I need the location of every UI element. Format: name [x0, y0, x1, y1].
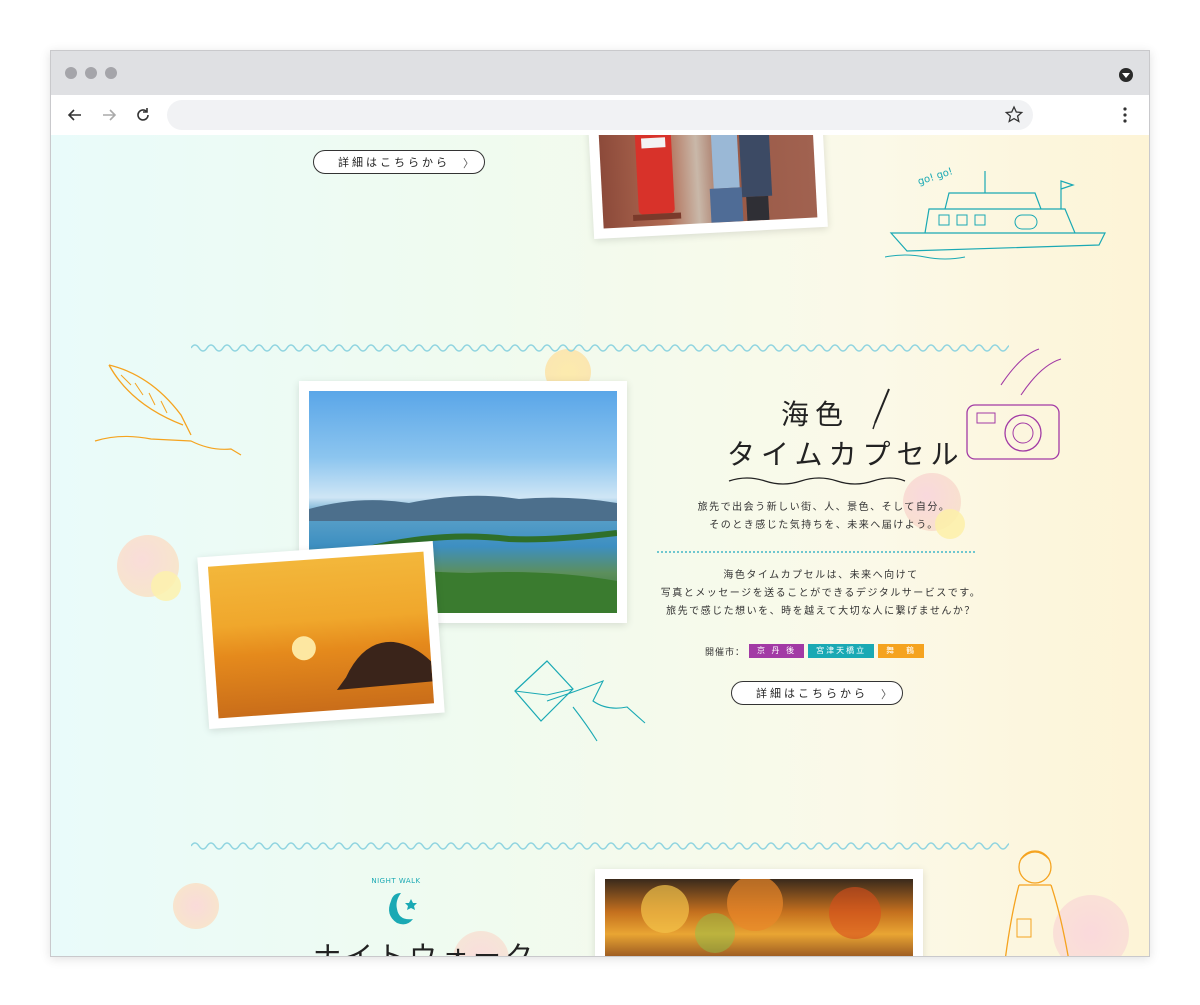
kimono-woman-illustration — [1005, 850, 1069, 956]
top-detail-button-label: 詳細はこちらから — [338, 156, 450, 169]
dropdown-icon[interactable] — [1119, 68, 1133, 82]
moon-icon — [389, 893, 417, 925]
address-bar[interactable] — [167, 100, 1033, 130]
timecapsule-body: 海色タイムカプセルは、未来へ向けて 写真とメッセージを送ることができるデジタルサ… — [641, 567, 1001, 621]
timecapsule-title-line1: 海色 — [781, 398, 850, 431]
chevron-right-icon: 〉 — [463, 157, 474, 170]
quill-illustration — [94, 364, 242, 456]
body-line-2: 写真とメッセージを送ることができるデジタルサービスです。 — [660, 588, 982, 599]
page-viewport[interactable]: 詳細はこちらから 〉 go! go! 海色 タイムカプセル 旅先で出会う新しい街… — [51, 135, 1149, 957]
ship-illustration: go! go! — [885, 166, 1106, 260]
envelope-bird-illustration — [514, 660, 646, 742]
wave-divider — [191, 344, 1009, 352]
timecapsule-detail-button[interactable]: 詳細はこちらから 〉 — [731, 681, 903, 705]
browser-window: 詳細はこちらから 〉 go! go! 海色 タイムカプセル 旅先で出会う新しい街… — [50, 50, 1150, 957]
window-minimize-dot[interactable] — [85, 67, 97, 79]
lead-line-2: そのとき感じた気持ちを、未来へ届けよう。 — [709, 520, 939, 531]
timecapsule-title-line2: タイムカプセル — [727, 438, 965, 471]
nightwalk-title: ナイトウォーク — [313, 940, 538, 957]
browser-toolbar — [51, 95, 1149, 135]
venue-tag-maizuru[interactable]: 舞 鶴 — [878, 644, 925, 658]
timecapsule-lead: 旅先で出会う新しい街、人、景色、そして自分。 そのとき感じた気持ちを、未来へ届け… — [659, 499, 989, 535]
title-bar — [51, 51, 1149, 95]
venue-tag-miyazu[interactable]: 宮津天橋立 — [808, 644, 875, 658]
reload-icon[interactable] — [131, 103, 155, 127]
timecapsule-detail-button-label: 詳細はこちらから — [756, 687, 868, 700]
dotted-divider — [657, 551, 975, 553]
photo-sunset — [197, 540, 445, 730]
lead-line-1: 旅先で出会う新しい街、人、景色、そして自分。 — [697, 502, 951, 513]
back-arrow-icon[interactable] — [63, 103, 87, 127]
venue-row: 開催市： 京 丹 後 宮津天橋立 舞 鶴 — [705, 643, 925, 659]
body-line-1: 海色タイムカプセルは、未来へ向けて — [723, 570, 919, 581]
photo-nightwalk-image — [605, 879, 913, 956]
nightwalk-badge-text: NIGHT WALK — [371, 877, 421, 885]
kebab-menu-icon[interactable] — [1115, 105, 1135, 125]
forward-arrow-icon[interactable] — [97, 103, 121, 127]
body-line-3: 旅先で感じた想いを、時を越えて大切な人に繋げませんか？ — [666, 606, 976, 617]
svg-text:go! go!: go! go! — [917, 166, 955, 188]
photo-sunset-image — [207, 551, 435, 719]
title-underline-swash — [728, 477, 906, 485]
pen-icon — [872, 388, 890, 430]
top-detail-button[interactable]: 詳細はこちらから 〉 — [313, 150, 485, 174]
decor-blob — [173, 883, 219, 929]
photo-nightwalk — [595, 869, 923, 956]
window-zoom-dot[interactable] — [105, 67, 117, 79]
star-icon[interactable] — [1003, 104, 1025, 126]
wave-divider — [191, 842, 1009, 850]
chevron-right-icon: 〉 — [881, 688, 892, 701]
photo-postbox — [588, 135, 828, 240]
venue-tag-kyotango[interactable]: 京 丹 後 — [749, 644, 805, 658]
photo-postbox-image — [598, 135, 818, 229]
camera-illustration — [966, 348, 1062, 460]
window-close-dot[interactable] — [65, 67, 77, 79]
decor-blob — [151, 571, 181, 601]
venue-label: 開催市： — [705, 647, 746, 658]
